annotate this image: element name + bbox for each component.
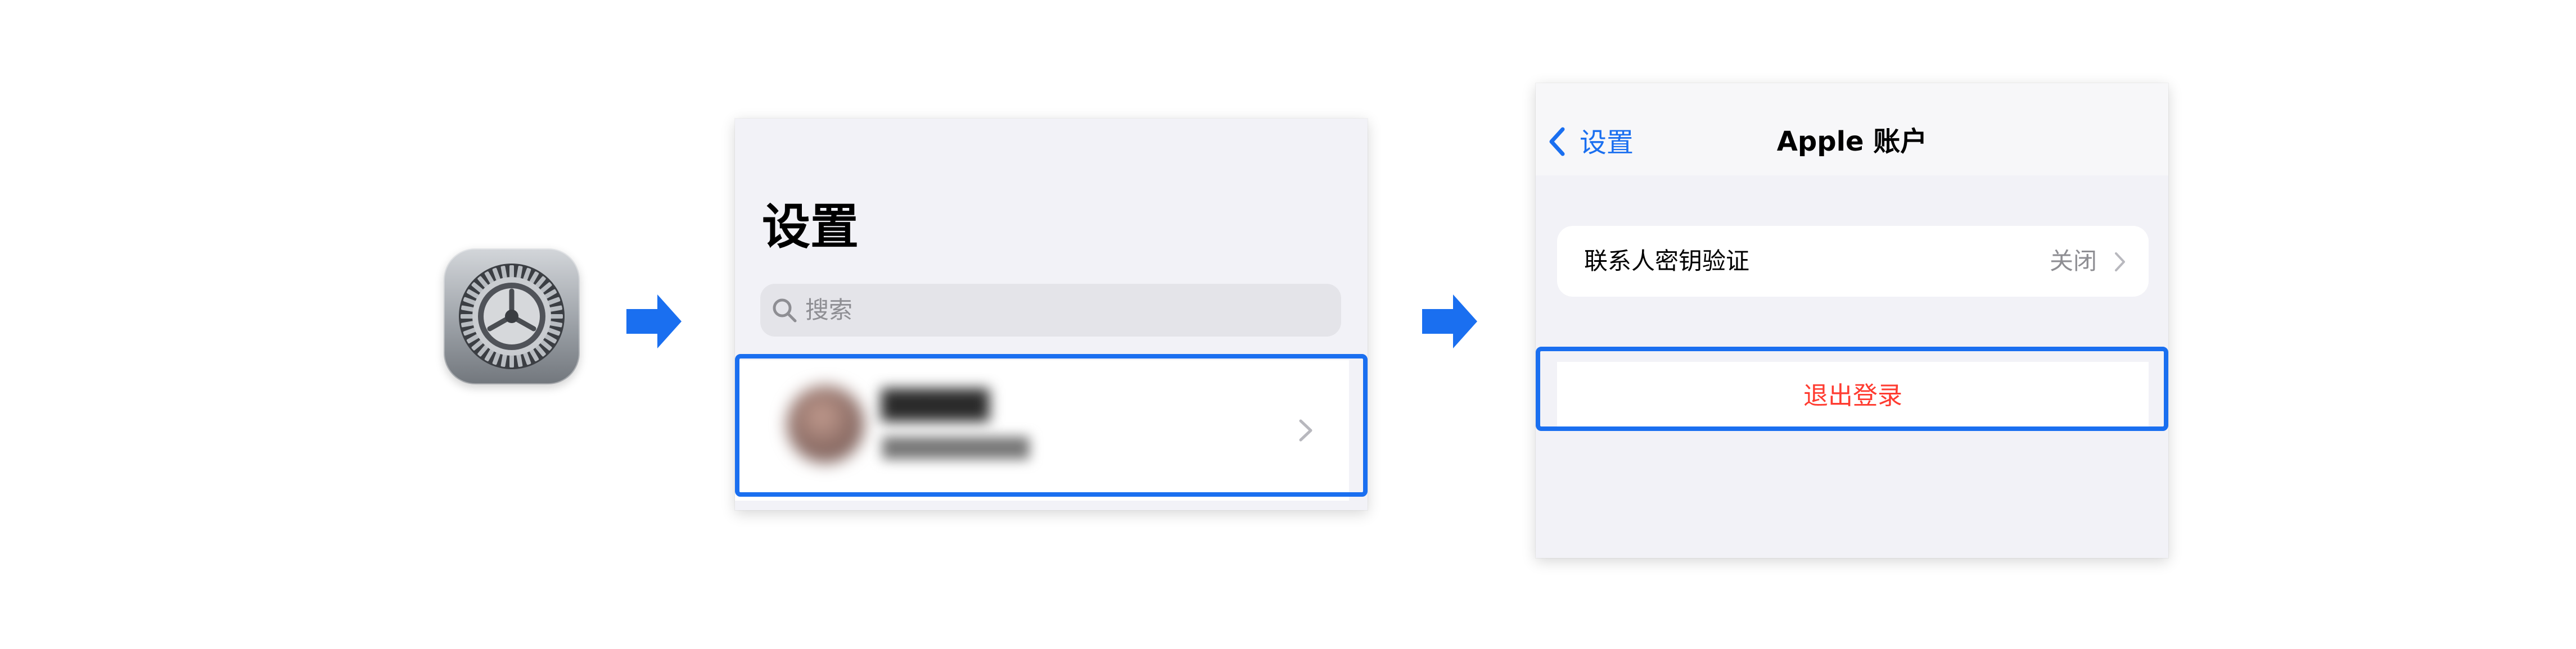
settings-app-icon[interactable] [444, 248, 580, 384]
back-button[interactable]: 设置 [1580, 127, 1634, 158]
contact-key-verification-row[interactable]: 联系人密钥验证 关闭 [1557, 226, 2149, 297]
apple-account-screen: Apple 账户 设置 联系人密钥验证 关闭 退出登录 [1536, 83, 2168, 558]
right-arrow-icon [626, 294, 682, 348]
contact-key-verification-label: 联系人密钥验证 [1584, 247, 1750, 275]
highlight-box-sign-out [1536, 347, 2168, 431]
chevron-right-icon [2115, 252, 2125, 271]
settings-gear-icon [459, 264, 565, 369]
right-arrow-icon [1422, 294, 1477, 348]
search-icon [773, 298, 797, 323]
chevron-left-icon[interactable] [1547, 126, 1567, 157]
search-placeholder: 搜索 [805, 296, 853, 324]
navigation-bar: Apple 账户 设置 [1536, 83, 2168, 175]
contact-key-verification-value: 关闭 [2049, 247, 2097, 275]
search-input[interactable]: 搜索 [760, 284, 1341, 337]
highlight-box-account-row [735, 354, 1368, 497]
page-title: 设置 [762, 199, 859, 255]
